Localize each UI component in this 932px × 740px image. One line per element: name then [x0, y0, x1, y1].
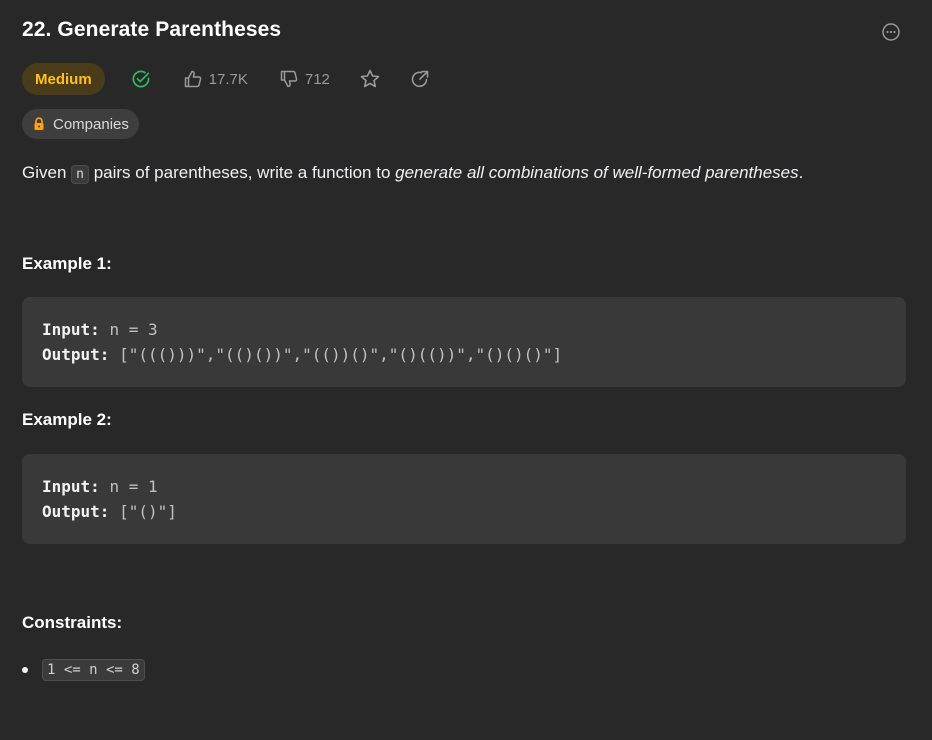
- like-button[interactable]: 17.7K: [183, 69, 248, 89]
- problem-meta-row: Medium 17.7K 712: [22, 63, 431, 95]
- favorite-button[interactable]: [359, 68, 381, 90]
- input-label: Input:: [42, 477, 100, 496]
- example-1-heading: Example 1:: [22, 254, 112, 273]
- companies-label: Companies: [53, 115, 129, 133]
- solved-indicator: [131, 69, 151, 89]
- constraint-code: 1 <= n <= 8: [42, 659, 145, 681]
- input-value: n = 1: [109, 477, 158, 496]
- check-circle-icon: [132, 70, 150, 88]
- companies-tag[interactable]: Companies: [22, 109, 139, 139]
- like-count: 17.7K: [208, 70, 248, 88]
- description-text: .: [798, 163, 804, 182]
- output-label: Output:: [42, 345, 110, 364]
- output-label: Output:: [42, 502, 110, 521]
- more-options-icon: [882, 23, 900, 41]
- bullet-dot: [22, 667, 28, 673]
- thumbs-up-icon: [184, 70, 201, 88]
- example-2-heading: Example 2:: [22, 410, 112, 429]
- problem-description: Given n pairs of parentheses, write a fu…: [22, 160, 912, 188]
- output-value: ["()"]: [119, 502, 177, 521]
- input-value: n = 3: [109, 320, 158, 339]
- problem-title: 22. Generate Parentheses: [22, 18, 282, 41]
- dislike-button[interactable]: 712: [279, 69, 330, 89]
- description-text: Given: [22, 163, 72, 182]
- example-2-box: Input: n = 1 Output: ["()"]: [22, 454, 906, 544]
- thumbs-down-icon: [280, 70, 298, 88]
- example-1-box: Input: n = 3 Output: ["((()))","(()())",…: [22, 297, 906, 387]
- input-label: Input:: [42, 320, 100, 339]
- share-icon: [411, 70, 429, 88]
- star-icon: [360, 69, 380, 88]
- description-emphasis: generate all combinations of well-formed…: [395, 163, 799, 182]
- lock-icon: [32, 117, 46, 131]
- output-value: ["((()))","(()())","(())()","()(())","()…: [119, 345, 563, 364]
- description-text: pairs of parentheses, write a function t…: [88, 163, 396, 182]
- constraint-list-item: 1 <= n <= 8: [22, 659, 145, 681]
- dislike-count: 712: [304, 70, 330, 88]
- inline-code-n: n: [71, 165, 89, 184]
- more-options-button[interactable]: [879, 20, 903, 44]
- difficulty-badge: Medium: [22, 63, 105, 95]
- constraints-heading: Constraints:: [22, 613, 123, 632]
- share-button[interactable]: [409, 68, 431, 90]
